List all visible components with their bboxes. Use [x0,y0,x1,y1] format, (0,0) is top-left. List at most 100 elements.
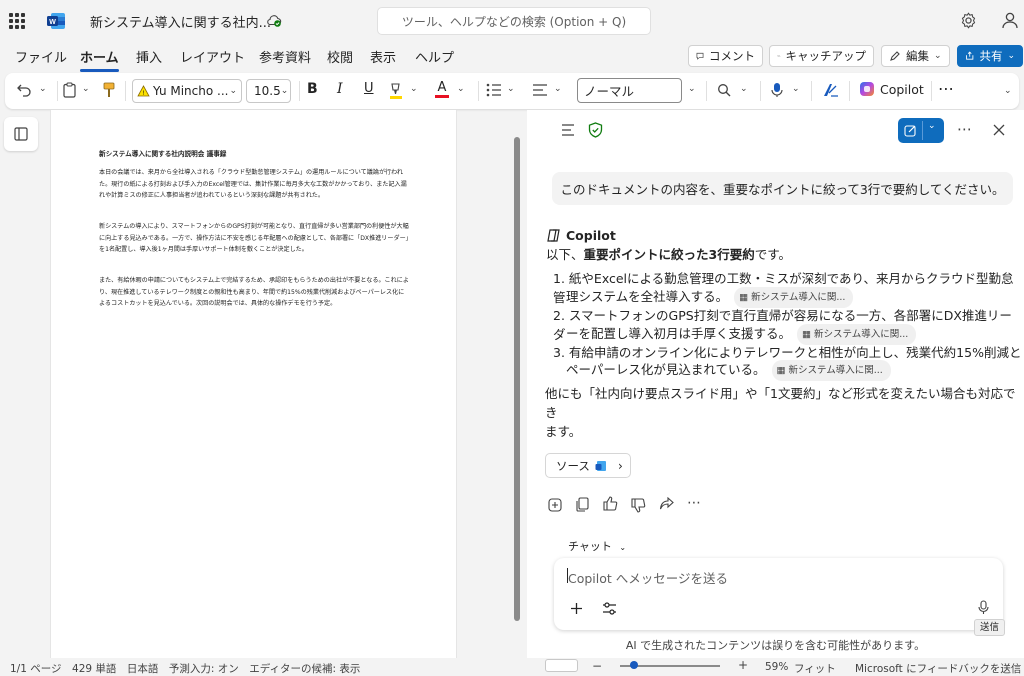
font-color-button[interactable]: A [435,79,449,98]
status-left-text[interactable]: 1/1 ページ 429 単語 日本語 予測入力: オン エディターの候補: 表示 [10,661,360,676]
navigation-pane-icon [14,127,28,141]
find-dropdown-icon[interactable]: ⌄ [740,84,748,94]
tab-references[interactable]: 参考資料 [259,47,311,66]
divider [931,81,932,101]
copilot-name: Copilot [566,228,616,243]
intro-suffix: です。 [754,247,791,262]
highlight-dropdown-icon[interactable]: ⌄ [410,84,418,94]
style-select[interactable]: ノーマル [577,78,682,103]
editor-icon[interactable] [822,82,839,99]
font-name-select[interactable]: ! Yu Mincho ... ⌄ [132,79,242,103]
more-options-icon[interactable]: ⋯ [957,120,972,138]
edit-label: 編集 [906,49,929,63]
add-icon-boxed[interactable] [548,498,562,512]
chevron-down-icon: ⌄ [280,86,289,96]
document-page[interactable]: 新システム導入に関する社内説明会 議事録 本日の会議では、来月から全社導入される… [50,110,457,658]
divider [922,121,923,140]
bold-button[interactable]: B [307,81,318,97]
print-layout-button[interactable] [545,659,578,672]
citation-chip[interactable]: ▦ 新システム導入に関... [797,324,917,345]
align-icon[interactable] [532,83,548,97]
new-chat-button[interactable]: ⌄ [898,118,944,143]
style-dropdown-icon[interactable]: ⌄ [688,84,696,94]
fit-button[interactable]: フィット [794,661,836,676]
font-color-swatch [435,95,449,98]
chevron-right-icon: › [617,458,623,473]
undo-icon[interactable] [17,83,32,97]
dictate-dropdown-icon[interactable]: ⌄ [792,84,800,94]
find-icon[interactable] [717,83,731,97]
clipboard-icon[interactable] [63,82,76,98]
divider [811,81,812,101]
close-icon[interactable] [993,124,1005,136]
thumbs-down-icon[interactable] [631,498,646,513]
zoom-slider-thumb[interactable] [630,661,638,669]
paste-dropdown-icon[interactable]: ⌄ [82,84,90,94]
align-dropdown-icon[interactable]: ⌄ [554,84,562,94]
sources-button[interactable]: ソース › [545,453,631,478]
settings-sliders-icon[interactable] [602,602,617,615]
search-input[interactable]: ツール、ヘルプなどの検索 (Option + Q) [377,7,651,35]
citation-chip[interactable]: ▦ 新システム導入に関... [771,360,891,381]
bullets-icon[interactable] [486,83,502,97]
bullets-dropdown-icon[interactable]: ⌄ [507,84,515,94]
gear-icon[interactable] [960,12,977,29]
thumbs-up-icon[interactable] [603,496,618,511]
document-scrollbar[interactable] [514,137,520,621]
zoom-in-button[interactable]: + [738,658,748,672]
citation-chip[interactable]: ▦ 新システム導入に関... [734,287,854,308]
format-painter-icon[interactable] [103,82,115,98]
chevron-down-icon: ⌄ [619,543,627,552]
zoom-level[interactable]: 59% [765,661,788,673]
tab-help[interactable]: ヘルプ [415,47,454,66]
ribbon-collapse-icon[interactable]: ⌄ [1004,86,1012,96]
copilot-ribbon-label: Copilot [880,81,924,97]
microphone-icon[interactable] [978,600,989,615]
font-color-dropdown-icon[interactable]: ⌄ [457,84,465,94]
chat-input-box[interactable]: Copilot へメッセージを送る [554,558,1003,630]
catchup-label: キャッチアップ [785,49,867,63]
edit-mode-button[interactable]: 編集 ⌄ [881,45,950,67]
underline-button[interactable]: U [364,81,374,96]
tab-layout[interactable]: レイアウト [180,47,245,66]
comment-button[interactable]: コメント [688,45,763,67]
highlighter-icon[interactable] [389,82,403,99]
status-bar: 1/1 ページ 429 単語 日本語 予測入力: オン エディターの候補: 表示… [0,658,1024,675]
tab-file[interactable]: ファイル [15,47,67,66]
user-message-bubble: このドキュメントの内容を、重要なポイントに絞って3行で要約してください。 [552,172,1013,205]
app-launcher-icon[interactable] [9,13,25,29]
add-icon[interactable] [570,602,583,615]
tab-insert[interactable]: 挿入 [136,47,162,66]
font-color-glyph: A [437,80,447,95]
copy-icon[interactable] [576,497,589,512]
undo-dropdown-icon[interactable]: ⌄ [39,84,47,94]
chat-mode-selector[interactable]: チャット ⌄ [568,538,626,554]
cloud-saved-icon[interactable] [266,12,282,28]
tab-review[interactable]: 校閲 [327,47,353,66]
divider [706,81,707,101]
list-number: 3. [553,345,565,360]
copilot-ribbon-button[interactable]: Copilot [859,81,924,97]
document-title[interactable]: 新システム導入に関する社内... [90,12,271,31]
catchup-button[interactable]: キャッチアップ [769,45,874,67]
menu-icon[interactable] [561,124,575,136]
copilot-icon [860,82,874,96]
share-button[interactable]: 共有 ⌄ [957,45,1023,67]
font-size-select[interactable]: 10.5 ⌄ [246,79,291,103]
shield-check-icon[interactable] [588,122,603,138]
tab-home[interactable]: ホーム [80,47,119,72]
share-response-icon[interactable] [659,497,674,511]
tab-view[interactable]: 表示 [370,47,396,66]
account-icon[interactable] [1001,11,1019,29]
more-options-icon[interactable]: ⋯ [938,79,955,98]
italic-button[interactable]: I [337,81,343,97]
comment-icon [696,52,704,60]
more-options-icon[interactable]: ⋯ [687,495,701,511]
dictate-microphone-icon[interactable] [771,82,783,98]
response-intro: 以下、重要ポイントに絞った3行要約です。 [546,245,791,264]
copilot-response-header: Copilot [546,228,616,243]
divider [57,81,58,101]
feedback-link[interactable]: Microsoft にフィードバックを送信 [855,661,1021,676]
navigation-pane-button[interactable] [4,117,38,151]
list-text: 有給申請のオンライン化によりテレワークと相性が向上し、残業代約15%削減と [568,345,1022,360]
